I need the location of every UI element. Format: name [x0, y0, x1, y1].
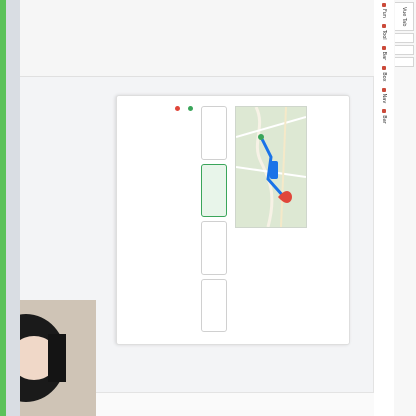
bookmark-label: Bar [381, 115, 387, 124]
browser-tab[interactable] [395, 57, 415, 68]
bookmark-icon [382, 109, 386, 114]
rotated-screen: Vue Tab Fun Tool Bar Box Nav Bar [0, 0, 416, 416]
route-map[interactable] [235, 106, 307, 228]
taskbar [6, 0, 20, 416]
origin-dot-icon [188, 106, 193, 111]
map-graphic [235, 106, 307, 228]
origin-pin-icon [258, 134, 264, 140]
bookmark-label: Nav [381, 93, 387, 104]
directions-card [116, 95, 350, 345]
bookmark-label: Box [381, 72, 387, 82]
bookmark-icon [382, 45, 386, 50]
browser-tab-strip: Vue Tab [393, 0, 416, 416]
travel-mode-row [201, 106, 227, 332]
status-strip [0, 0, 6, 416]
bookmark-label: Fun [381, 9, 387, 18]
route-endpoints [133, 106, 193, 332]
bookmark-icon [382, 3, 386, 7]
bookmarks-bar: Fun Tool Bar Box Nav Bar [373, 0, 394, 416]
browser-tab[interactable] [395, 33, 415, 44]
mode-option[interactable] [201, 163, 227, 217]
destination-row[interactable] [175, 106, 180, 332]
origin-row[interactable] [188, 106, 193, 332]
bookmark-label: Tool [381, 29, 387, 40]
bookmark-icon [382, 87, 386, 92]
bookmark-icon [382, 66, 386, 71]
browser-tab[interactable]: Vue Tab [395, 2, 415, 32]
left-panel [0, 0, 374, 77]
stage: Vue Tab Fun Tool Bar Box Nav Bar [0, 0, 416, 416]
bookmark-item[interactable]: Bar [381, 106, 387, 127]
route-summary [237, 236, 307, 332]
right-side-panel [94, 392, 374, 416]
bookmark-item[interactable]: Tool [381, 21, 387, 43]
browser-tab[interactable] [395, 45, 415, 56]
mode-option[interactable] [201, 278, 227, 332]
bookmark-item[interactable]: Box [381, 63, 387, 84]
bookmark-item[interactable]: Nav [381, 85, 387, 107]
bookmark-icon [382, 23, 386, 28]
bookmark-label: Bar [381, 51, 387, 61]
bookmark-item[interactable]: Fun [381, 0, 387, 21]
destination-dot-icon [175, 106, 180, 111]
bookmark-item[interactable]: Bar [381, 43, 387, 64]
mode-option[interactable] [201, 106, 227, 160]
mode-option[interactable] [201, 221, 227, 275]
